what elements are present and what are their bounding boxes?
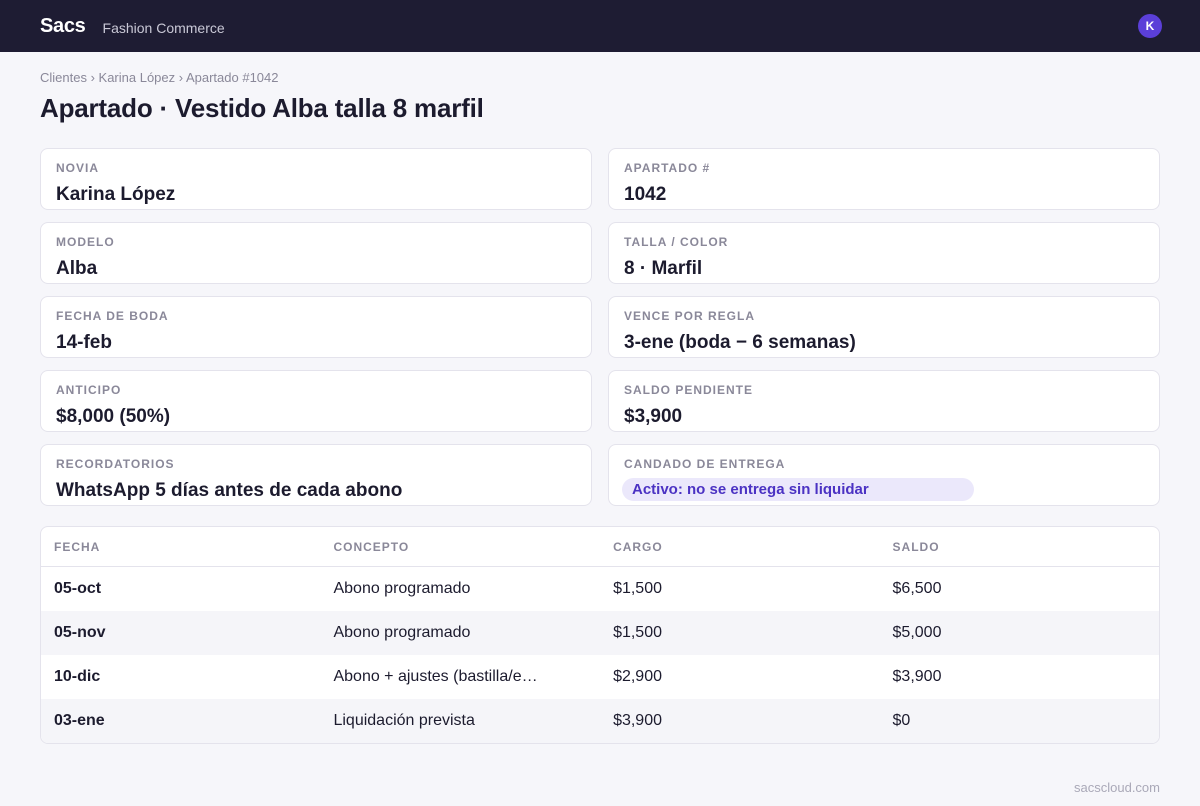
field-label: RECORDATORIOS	[56, 457, 175, 471]
field-label: FECHA DE BODA	[56, 309, 169, 323]
table-row[interactable]: 03-ene Liquidación prevista $3,900 $0	[41, 699, 1159, 743]
top-bar: Sacs Fashion Commerce K	[0, 0, 1200, 52]
column-header-saldo: SALDO	[892, 539, 940, 554]
table-row[interactable]: 05-oct Abono programado $1,500 $6,500	[41, 567, 1159, 611]
breadcrumb[interactable]: Clientes › Karina López › Apartado #1042	[40, 70, 279, 85]
field-value: 3-ene (boda − 6 semanas)	[624, 332, 856, 353]
field-label: MODELO	[56, 235, 115, 249]
user-avatar[interactable]: K	[1138, 14, 1162, 38]
table-row[interactable]: 05-nov Abono programado $1,500 $5,000	[41, 611, 1159, 655]
cell-concepto: Abono + ajustes (bastilla/entalle)	[333, 668, 566, 685]
field-value: $8,000 (50%)	[56, 406, 171, 427]
details-grid: NOVIA Karina López APARTADO # 1042 MODEL…	[40, 148, 1160, 506]
field-saldo-pendiente: SALDO PENDIENTE $3,900	[608, 370, 1160, 432]
cell-cargo: $1,500	[613, 624, 662, 641]
field-modelo: MODELO Alba	[40, 222, 592, 284]
field-value: 1042	[624, 184, 667, 205]
cell-cargo: $2,900	[613, 668, 662, 685]
page-title: Apartado · Vestido Alba talla 8 marfil	[40, 93, 484, 123]
field-apartado: APARTADO # 1042	[608, 148, 1160, 210]
cell-concepto: Liquidación prevista	[333, 712, 475, 729]
cell-concepto: Abono programado	[333, 624, 471, 641]
field-value: $3,900	[624, 406, 683, 427]
cell-fecha: 05-nov	[54, 624, 106, 641]
field-label: NOVIA	[56, 161, 100, 175]
field-novia: NOVIA Karina López	[40, 148, 592, 210]
field-label: VENCE POR REGLA	[624, 309, 756, 323]
table-header: FECHA CONCEPTO CARGO SALDO	[41, 527, 1159, 567]
field-value: 14-feb	[56, 332, 112, 353]
brand-subtitle: Fashion Commerce	[102, 20, 225, 36]
field-value: WhatsApp 5 días antes de cada abono	[56, 480, 403, 501]
field-label: SALDO PENDIENTE	[624, 383, 754, 397]
table-row[interactable]: 10-dic Abono + ajustes (bastilla/entalle…	[41, 655, 1159, 699]
field-value: Alba	[56, 258, 98, 279]
field-recordatorios: RECORDATORIOS WhatsApp 5 días antes de c…	[40, 444, 592, 506]
payments-table: FECHA CONCEPTO CARGO SALDO 05-oct Abono …	[40, 526, 1160, 744]
field-label: TALLA / COLOR	[624, 235, 729, 249]
cell-saldo: $3,900	[892, 668, 942, 685]
status-badge: Activo: no se entrega sin liquidar	[622, 478, 974, 501]
column-header-concepto: CONCEPTO	[333, 539, 410, 554]
column-header-fecha: FECHA	[54, 539, 101, 554]
cell-concepto: Abono programado	[333, 580, 471, 597]
field-fecha-boda: FECHA DE BODA 14-feb	[40, 296, 592, 358]
column-header-cargo: CARGO	[613, 539, 663, 554]
field-value: 8 · Marfil	[624, 258, 703, 279]
field-talla-color: TALLA / COLOR 8 · Marfil	[608, 222, 1160, 284]
field-value: Karina López	[56, 184, 176, 205]
cell-saldo: $0	[892, 712, 911, 729]
cell-saldo: $5,000	[892, 624, 942, 641]
cell-fecha: 05-oct	[54, 580, 102, 597]
field-label: ANTICIPO	[56, 383, 122, 397]
field-vence: VENCE POR REGLA 3-ene (boda − 6 semanas)	[608, 296, 1160, 358]
field-label: CANDADO DE ENTREGA	[624, 457, 786, 471]
cell-fecha: 03-ene	[54, 712, 105, 729]
cell-cargo: $1,500	[613, 580, 662, 597]
brand-logo[interactable]: Sacs	[40, 15, 86, 38]
footer-domain[interactable]: sacscloud.com	[1074, 780, 1160, 795]
field-anticipo: ANTICIPO $8,000 (50%)	[40, 370, 592, 432]
cell-saldo: $6,500	[892, 580, 942, 597]
field-label: APARTADO #	[624, 161, 711, 175]
cell-cargo: $3,900	[613, 712, 662, 729]
field-candado-entrega: CANDADO DE ENTREGA Activo: no se entrega…	[608, 444, 1160, 506]
cell-fecha: 10-dic	[54, 668, 101, 685]
